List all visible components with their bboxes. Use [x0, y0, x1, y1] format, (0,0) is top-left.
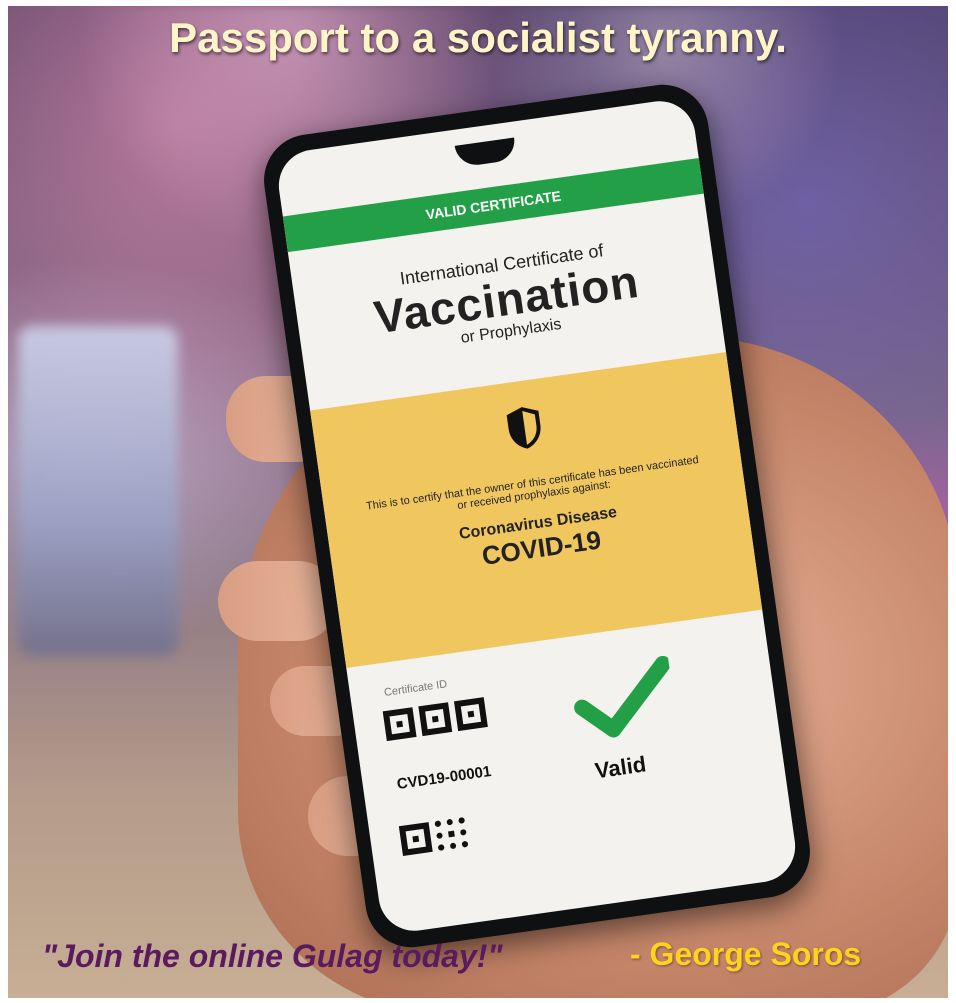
certificate-id-label: Certificate ID	[383, 678, 448, 699]
check-icon	[574, 655, 671, 738]
blurred-tram	[18, 326, 178, 656]
camera-notch	[454, 137, 518, 168]
valid-label: Valid	[593, 751, 648, 784]
qr-finder	[453, 697, 488, 732]
qr-finder	[418, 702, 453, 737]
certificate-id: CVD19-00001	[395, 762, 493, 794]
qr-finder	[382, 707, 417, 742]
background-photo: VALID CERTIFICATE International Certific…	[8, 6, 948, 998]
qr-finder	[434, 817, 469, 851]
shield-icon	[506, 407, 541, 449]
meme-image: VALID CERTIFICATE International Certific…	[0, 0, 956, 1003]
qr-code-icon	[398, 817, 469, 856]
quote-author: - George Soros	[630, 936, 862, 972]
qr-finder	[398, 822, 433, 856]
certificate-footer: Certificate ID CVD19-00001 Valid	[348, 621, 796, 907]
quote-caption: "Join the online Gulag today!"	[42, 938, 503, 974]
qr-code-icon	[382, 697, 488, 742]
certificate-panel: This is to certify that the owner of thi…	[310, 352, 763, 669]
headline: Passport to a socialist tyranny.	[169, 14, 787, 61]
